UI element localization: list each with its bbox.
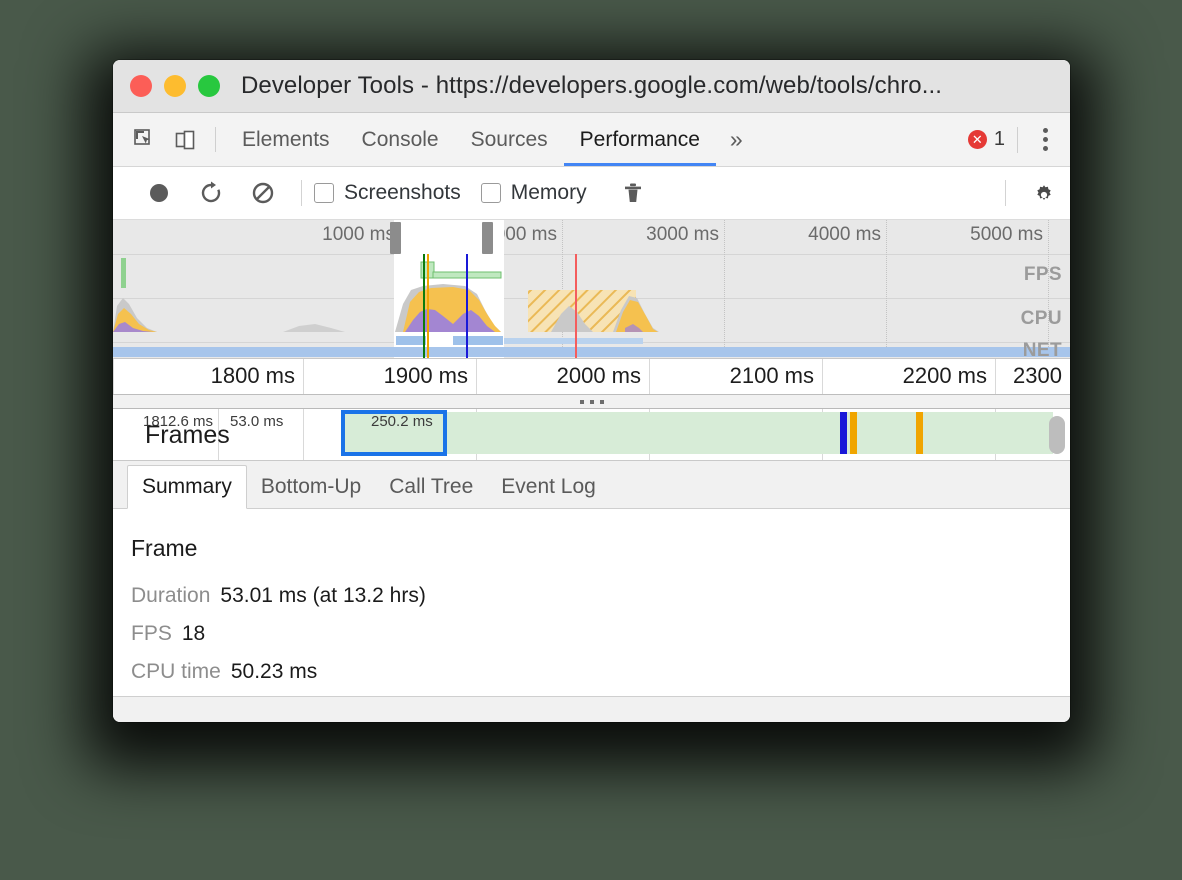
screenshots-label: Screenshots xyxy=(344,181,461,205)
tabbar-right-group: ✕ 1 xyxy=(968,113,1070,166)
frame-orange-marker-3 xyxy=(916,412,923,454)
frame-blue-marker xyxy=(840,412,847,454)
tab-summary[interactable]: Summary xyxy=(127,465,247,509)
frames-track-label: Frames xyxy=(145,421,230,450)
tab-performance[interactable]: Performance xyxy=(564,113,716,166)
tab-sources[interactable]: Sources xyxy=(455,113,564,166)
record-circle-icon[interactable] xyxy=(133,180,185,206)
overview-lane-label-fps: FPS xyxy=(1024,264,1062,286)
screenshots-checkbox[interactable]: Screenshots xyxy=(314,181,461,205)
clear-prohibited-icon[interactable] xyxy=(237,180,289,206)
error-circle-icon: ✕ xyxy=(968,130,987,149)
memory-label: Memory xyxy=(511,181,587,205)
frame-label-53: 53.0 ms xyxy=(230,413,283,430)
frames-track[interactable]: 250.2 ms 1812.6 ms 53.0 ms Frames xyxy=(113,409,1070,461)
devtools-window: Developer Tools - https://developers.goo… xyxy=(113,60,1070,722)
ruler-tick-2300: 2300 xyxy=(995,359,1070,394)
summary-panel: Frame Duration 53.01 ms (at 13.2 hrs) FP… xyxy=(113,509,1070,696)
frames-scrollbar-thumb[interactable] xyxy=(1049,416,1065,454)
ruler-tick-2100: 2100 ms xyxy=(649,359,822,394)
tab-elements[interactable]: Elements xyxy=(226,113,346,166)
ruler-tick-2000: 2000 ms xyxy=(476,359,649,394)
tabbar-right-divider xyxy=(1017,127,1018,153)
tab-console[interactable]: Console xyxy=(346,113,455,166)
summary-row-cpu-time: CPU time 50.23 ms xyxy=(131,660,1070,684)
ruler-tick-2200: 2200 ms xyxy=(822,359,995,394)
devtools-tabbar: Elements Console Sources Performance » ✕… xyxy=(113,113,1070,167)
frame-label-selected: 250.2 ms xyxy=(371,413,433,430)
onload-red-marker xyxy=(575,254,577,358)
reload-record-icon[interactable] xyxy=(185,180,237,206)
summary-title: Frame xyxy=(131,535,1070,562)
load-blue-marker xyxy=(466,254,468,358)
memory-checkbox-box xyxy=(481,183,501,203)
summary-key-duration: Duration xyxy=(131,584,210,608)
summary-key-cpu-time: CPU time xyxy=(131,660,221,684)
summary-row-fps: FPS 18 xyxy=(131,622,1070,646)
more-tabs-icon[interactable]: » xyxy=(716,113,757,166)
ruler-tick-1800: 1800 ms xyxy=(113,359,303,394)
window-status-bar xyxy=(113,696,1070,722)
toolbar-right-group xyxy=(993,180,1070,206)
inspect-element-icon[interactable] xyxy=(125,113,165,166)
error-count: 1 xyxy=(994,128,1005,151)
tabbar-divider xyxy=(215,127,216,152)
ruler-tick-1900: 1900 ms xyxy=(303,359,476,394)
detail-tab-bar: Summary Bottom-Up Call Tree Event Log xyxy=(113,461,1070,509)
error-badge[interactable]: ✕ 1 xyxy=(968,128,1017,151)
performance-toolbar: Screenshots Memory xyxy=(113,167,1070,220)
overview-waveforms xyxy=(113,254,1070,359)
summary-value-duration: 53.01 ms (at 13.2 hrs) xyxy=(220,584,425,608)
overview-right-handle[interactable] xyxy=(482,222,493,254)
summary-key-fps: FPS xyxy=(131,622,172,646)
gear-icon[interactable] xyxy=(1018,180,1070,206)
window-titlebar: Developer Tools - https://developers.goo… xyxy=(113,60,1070,113)
device-toolbar-icon[interactable] xyxy=(165,113,205,166)
tab-bottom-up[interactable]: Bottom-Up xyxy=(247,465,375,508)
kebab-menu-icon[interactable] xyxy=(1028,128,1062,151)
trash-icon[interactable] xyxy=(607,181,659,205)
memory-checkbox[interactable]: Memory xyxy=(481,181,587,205)
summary-value-fps: 18 xyxy=(182,622,205,646)
overview-resizer-handle[interactable] xyxy=(113,395,1070,409)
tab-call-tree[interactable]: Call Tree xyxy=(375,465,487,508)
screenshot-root: Developer Tools - https://developers.goo… xyxy=(0,0,1182,880)
overview-left-handle[interactable] xyxy=(390,222,401,254)
overview-lane-label-net: NET xyxy=(1023,340,1062,359)
screenshots-checkbox-box xyxy=(314,183,334,203)
summary-value-cpu-time: 50.23 ms xyxy=(231,660,317,684)
dcl-green-marker xyxy=(423,254,425,358)
fp-orange-marker xyxy=(427,254,429,358)
window-title: Developer Tools - https://developers.goo… xyxy=(113,72,1070,100)
frame-block-long[interactable] xyxy=(447,412,1053,454)
toolbar-divider-1 xyxy=(301,180,302,206)
frame-divider-2 xyxy=(303,409,304,460)
timeline-ruler[interactable]: 1800 ms 1900 ms 2000 ms 2100 ms 2200 ms … xyxy=(113,359,1070,395)
toolbar-divider-2 xyxy=(1005,180,1006,206)
overview-selection-waveform xyxy=(394,254,504,359)
summary-row-duration: Duration 53.01 ms (at 13.2 hrs) xyxy=(131,584,1070,608)
timeline-overview[interactable]: 1000 ms 2000 ms 3000 ms 4000 ms 5000 ms … xyxy=(113,220,1070,359)
overview-lane-label-cpu: CPU xyxy=(1021,308,1062,330)
tab-event-log[interactable]: Event Log xyxy=(487,465,610,508)
frame-orange-marker-2 xyxy=(850,412,857,454)
tab-list: Elements Console Sources Performance xyxy=(226,113,716,166)
